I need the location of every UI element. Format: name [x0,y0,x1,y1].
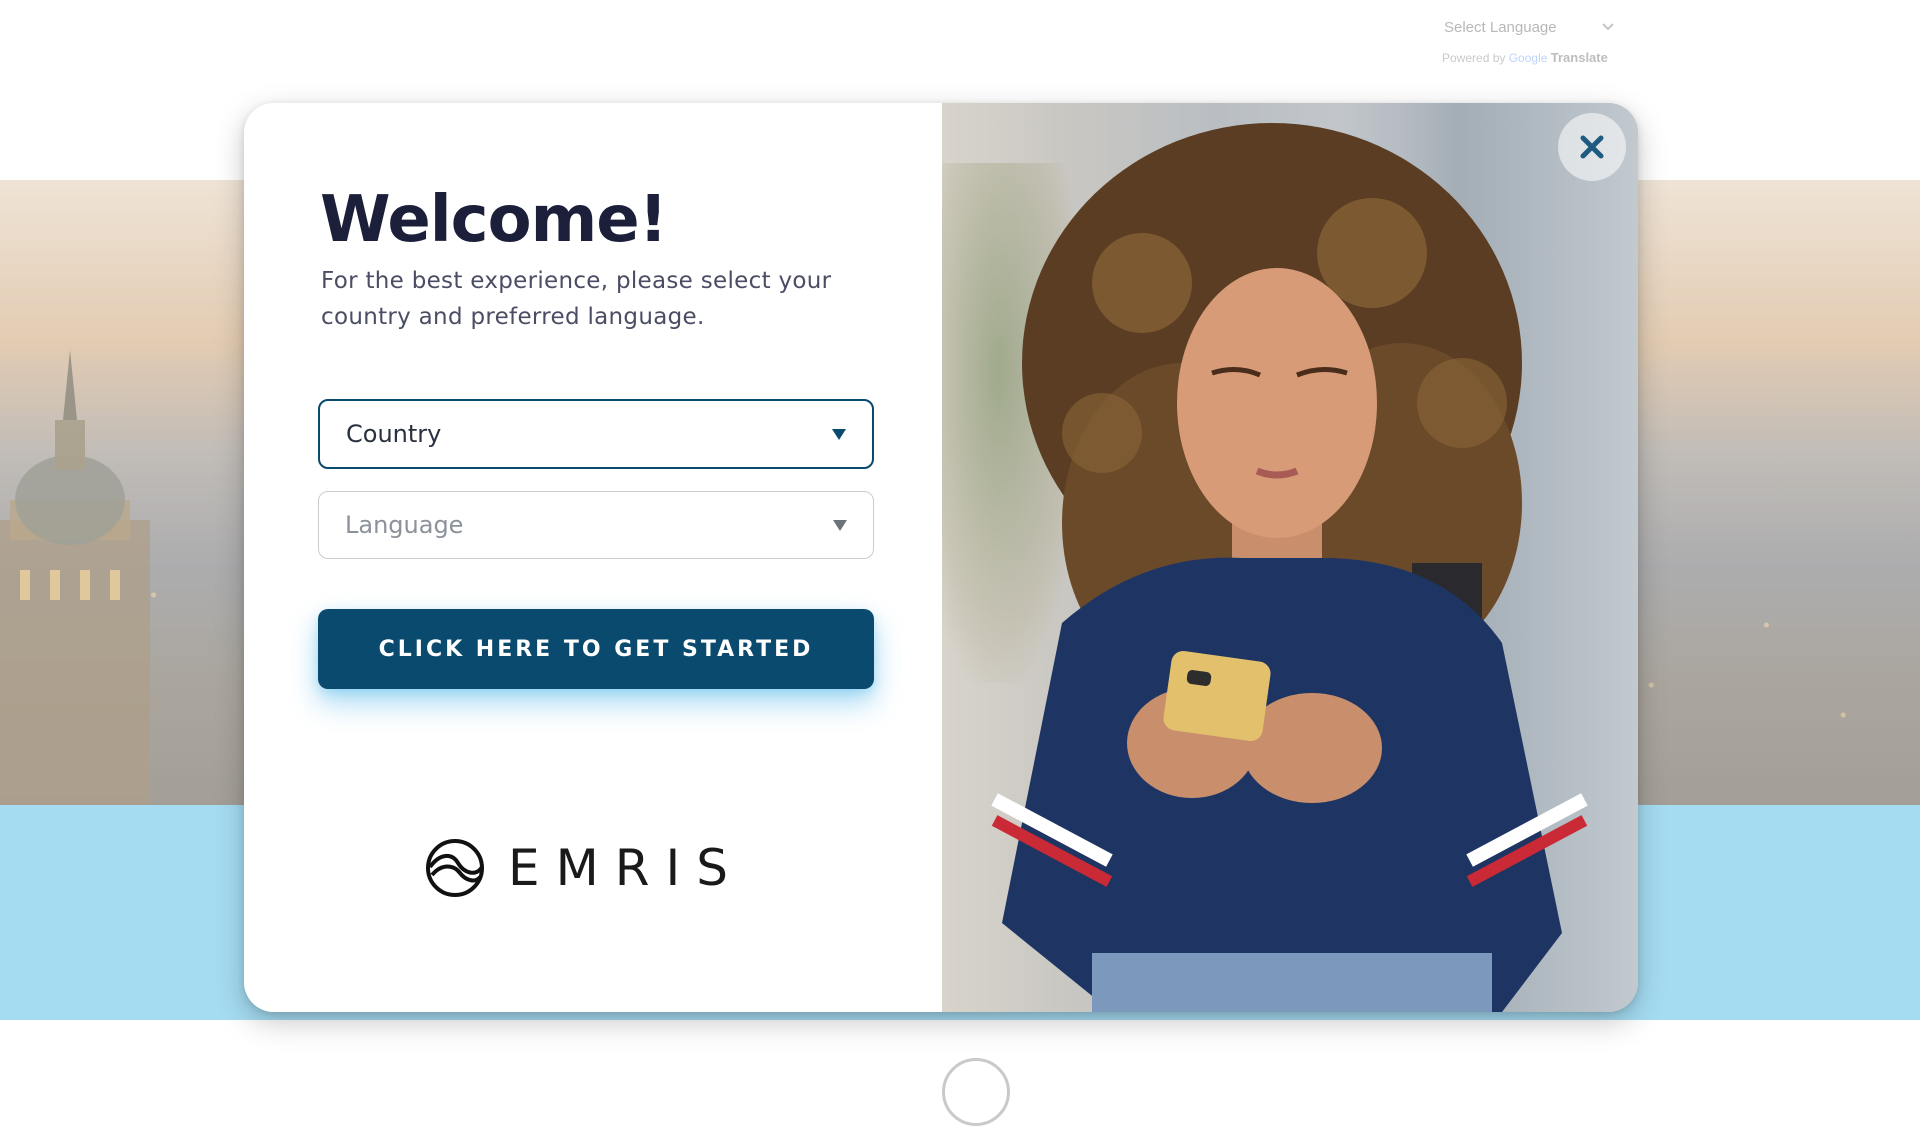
powered-by-text: Powered by [1442,51,1506,65]
modal-form-panel: Welcome! For the best experience, please… [244,103,942,1012]
brand-logo: EMRIS [424,837,744,899]
caret-down-icon [833,519,847,531]
chevron-down-icon [1602,23,1614,31]
country-select[interactable]: Country [318,399,874,469]
modal-photo-panel [942,103,1638,1012]
country-select-value: Country [346,420,442,448]
language-select[interactable]: Language [318,491,874,559]
brand-name: EMRIS [508,839,744,897]
translate-select-label: Select Language [1444,18,1557,36]
close-icon [1580,135,1604,159]
welcome-modal: Welcome! For the best experience, please… [244,103,1638,1012]
loading-spinner [942,1058,1010,1126]
close-button[interactable] [1558,113,1626,181]
modal-subtitle: For the best experience, please select y… [321,268,832,330]
woman-with-phone-photo [991,123,1588,1012]
caret-down-icon [832,428,846,440]
get-started-label: Click here to get started [378,636,814,662]
translate-link[interactable]: Translate [1551,50,1608,65]
translate-attribution: Powered by Google Translate [1440,50,1630,65]
get-started-button[interactable]: Click here to get started [318,609,874,689]
modal-title: Welcome! [320,183,668,257]
language-select-value: Language [345,511,464,539]
google-wordmark[interactable]: Google [1509,51,1548,65]
google-translate-widget: Select Language Powered by Google Transl… [1440,14,1630,65]
emris-logo-icon [426,839,484,897]
translate-language-select[interactable]: Select Language [1440,14,1620,40]
